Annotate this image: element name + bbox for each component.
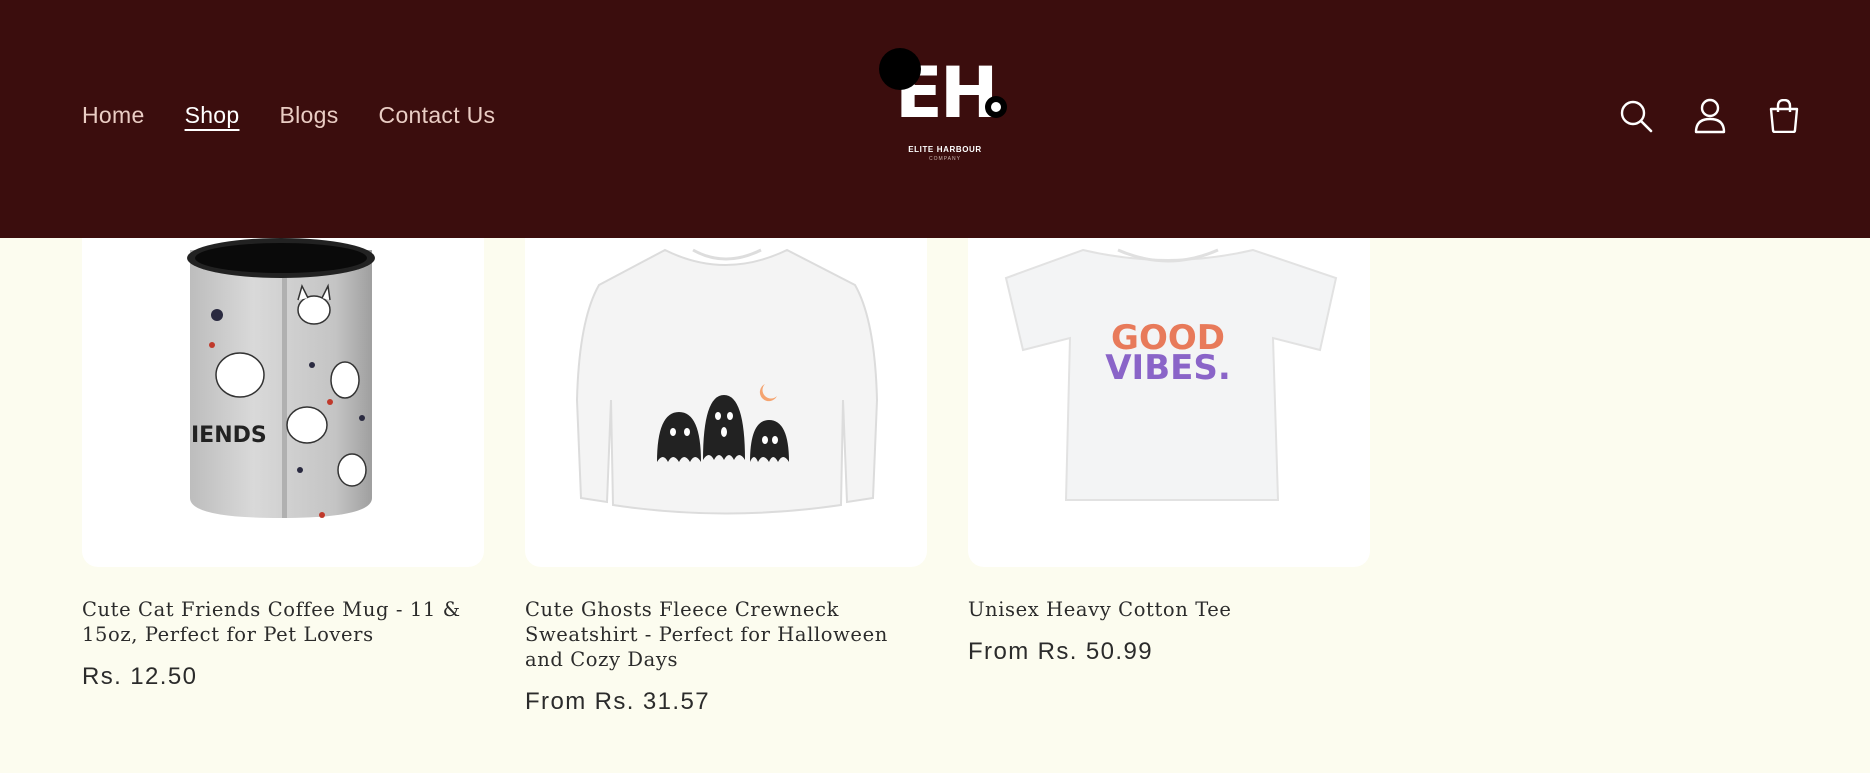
main-nav: Home Shop Blogs Contact Us — [82, 102, 495, 129]
product-title[interactable]: Cute Ghosts Fleece Crewneck Sweatshirt -… — [525, 597, 927, 672]
logo-dot — [879, 48, 921, 90]
nav-home[interactable]: Home — [82, 102, 145, 129]
product-title[interactable]: Unisex Heavy Cotton Tee — [968, 597, 1370, 622]
product-title[interactable]: Cute Cat Friends Coffee Mug - 11 & 15oz,… — [82, 597, 484, 647]
product-price: From Rs. 50.99 — [968, 638, 1153, 665]
product-price: Rs. 12.50 — [82, 663, 198, 690]
cart-icon[interactable] — [1766, 96, 1802, 136]
nav-shop[interactable]: Shop — [185, 102, 240, 129]
account-icon[interactable] — [1692, 96, 1728, 136]
logo-subtitle: COMPANY — [929, 156, 961, 162]
logo-name: ELITE HARBOUR — [908, 145, 982, 154]
header-icons — [1618, 96, 1802, 136]
search-icon[interactable] — [1618, 96, 1654, 136]
site-logo[interactable]: EH ELITE HARBOUR COMPANY — [875, 44, 1015, 164]
logo-dot-ring — [985, 96, 1007, 118]
tee-print-line-2: VIBES. — [1105, 348, 1231, 388]
product-price: From Rs. 31.57 — [525, 688, 710, 715]
site-header: Home Shop Blogs Contact Us EH ELITE HARB… — [0, 0, 1870, 238]
nav-blogs[interactable]: Blogs — [279, 102, 338, 129]
mug-print-text: IENDS — [191, 423, 267, 448]
nav-contact-us[interactable]: Contact Us — [379, 102, 496, 129]
